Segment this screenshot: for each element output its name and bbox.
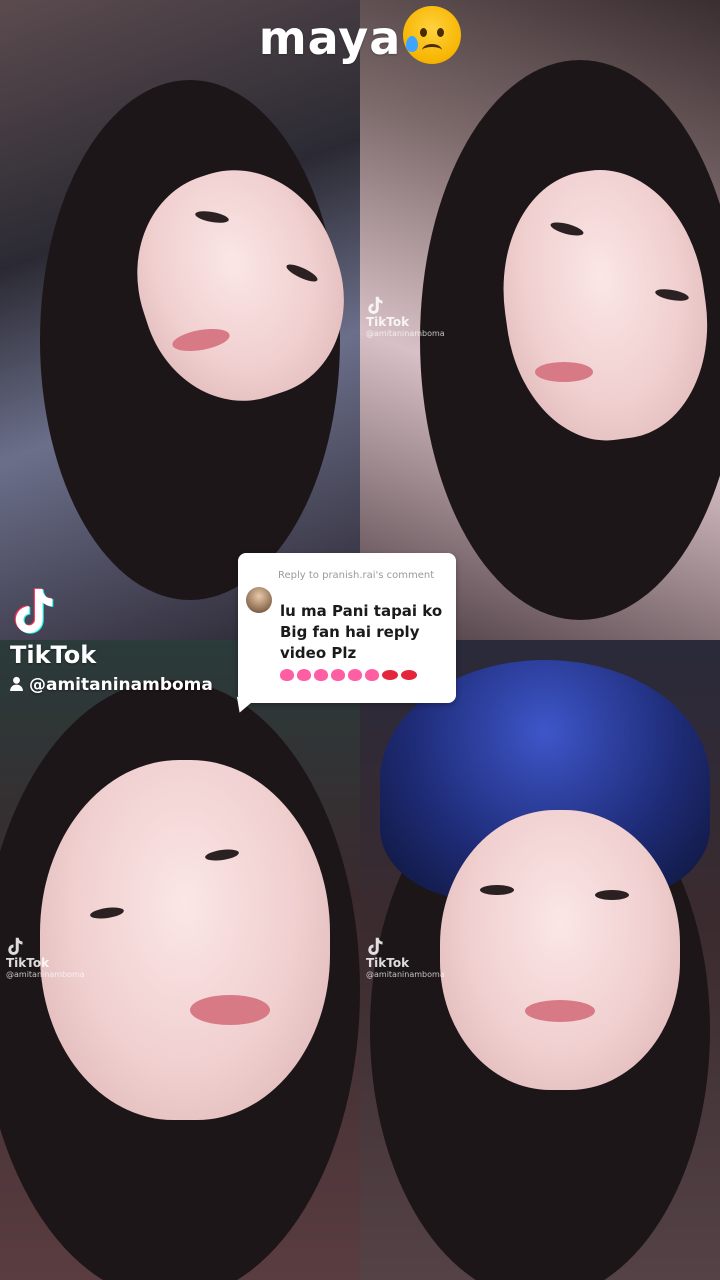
sparkling-heart-icon	[314, 668, 328, 681]
caption-text: maya	[258, 11, 402, 65]
tiktok-watermark-small: TikTok @amitaninamboma	[366, 936, 445, 979]
watermark-handle: @amitaninamboma	[366, 329, 445, 338]
watermark-brand: TikTok	[6, 956, 50, 970]
sparkling-heart-icon	[365, 668, 379, 681]
tiktok-watermark-small: TikTok @amitaninamboma	[366, 295, 445, 338]
kiss-mark-icon	[401, 669, 417, 680]
tiktok-logo-icon	[14, 588, 54, 634]
reply-to-label: Reply to pranish.rai's comment	[278, 570, 435, 581]
sparkling-heart-icon	[331, 668, 345, 681]
video-frame[interactable]: TikTok @amitaninamboma TikTok @amitanina…	[0, 0, 720, 1280]
comment-text: lu ma Pani tapai ko Big fan hai reply vi…	[280, 602, 443, 662]
tiktok-logo-icon	[368, 937, 383, 955]
watermark-handle-row: @amitaninamboma	[10, 675, 213, 695]
video-tile-bottom-right: TikTok @amitaninamboma	[360, 640, 720, 1280]
watermark-brand: TikTok	[366, 315, 410, 329]
reply-comment-sticker[interactable]: Reply to pranish.rai's comment lu ma Pan…	[232, 553, 456, 716]
comment-text-block: lu ma Pani tapai ko Big fan hai reply vi…	[280, 601, 450, 685]
comment-emoji-row	[280, 664, 420, 685]
tiktok-logo-icon	[368, 296, 383, 314]
watermark-handle: @amitaninamboma	[366, 970, 445, 979]
tiktok-watermark: TikTok @amitaninamboma	[10, 585, 213, 695]
video-caption: maya	[0, 6, 720, 65]
watermark-handle: @amitaninamboma	[6, 970, 85, 979]
avatar	[246, 587, 272, 613]
sparkling-heart-icon	[348, 668, 362, 681]
sad-sweat-face-emoji-icon	[403, 6, 462, 64]
video-tile-top-right: TikTok @amitaninamboma	[360, 0, 720, 640]
sparkling-heart-icon	[297, 668, 311, 681]
user-icon	[10, 676, 23, 691]
sparkling-heart-icon	[280, 668, 294, 681]
watermark-brand: TikTok	[10, 641, 97, 669]
tiktok-watermark-small: TikTok @amitaninamboma	[6, 936, 85, 979]
tiktok-logo-icon	[8, 937, 23, 955]
watermark-handle: @amitaninamboma	[29, 675, 213, 695]
watermark-brand: TikTok	[366, 956, 410, 970]
video-tile-bottom-left: TikTok @amitaninamboma	[0, 640, 360, 1280]
kiss-mark-icon	[382, 669, 398, 680]
video-tile-top-left	[0, 0, 360, 640]
